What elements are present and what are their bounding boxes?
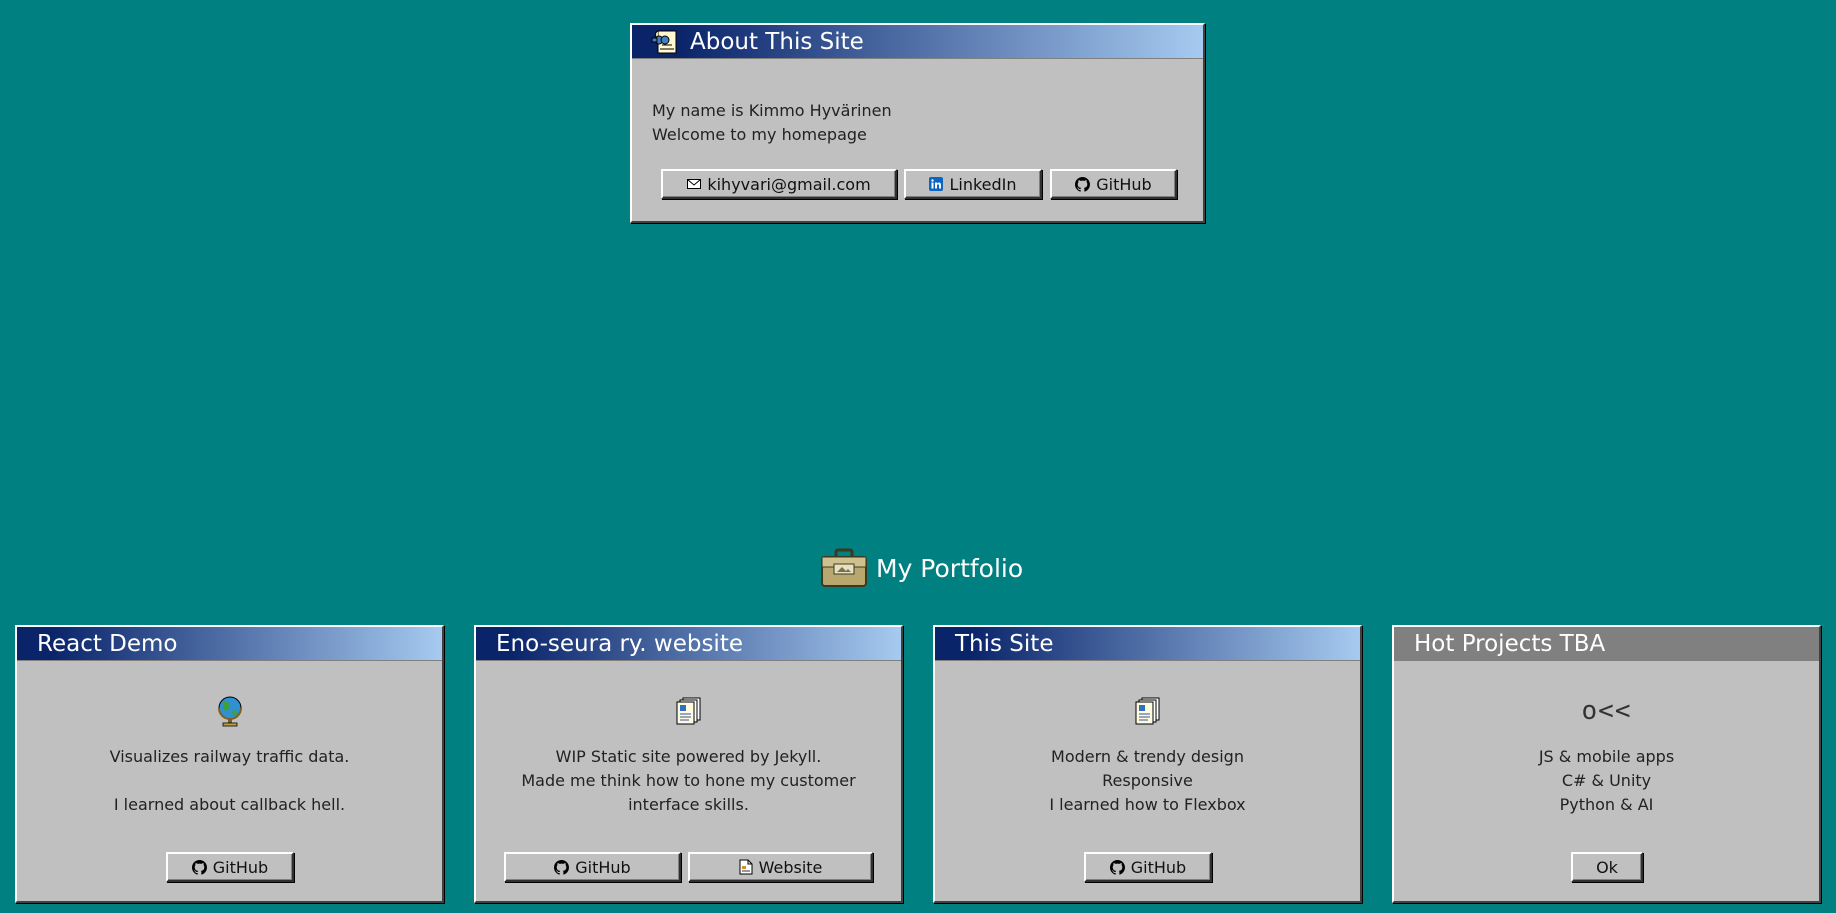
envelope-icon xyxy=(687,178,702,190)
github-button[interactable]: GitHub xyxy=(1050,169,1177,199)
about-line-1: My name is Kimmo Hyvärinen xyxy=(652,101,892,120)
website-button[interactable]: Website xyxy=(688,852,873,882)
linkedin-button-label: LinkedIn xyxy=(949,174,1017,194)
github-button-label: GitHub xyxy=(1130,857,1187,877)
github-icon xyxy=(554,859,570,875)
card-desc-line: I learned about callback hell. xyxy=(113,795,346,814)
card-desc-line xyxy=(27,769,432,793)
card-title: React Demo xyxy=(37,630,178,657)
document-icon xyxy=(935,693,1360,729)
card-titlebar[interactable]: Eno-seura ry. website xyxy=(476,627,901,661)
project-card-hot-projects: Hot Projects TBA o<< JS & mobile apps C#… xyxy=(1392,625,1821,903)
github-button[interactable]: GitHub xyxy=(1084,852,1212,882)
card-desc-line: Visualizes railway traffic data. xyxy=(109,747,350,766)
card-description: WIP Static site powered by Jekyll. Made … xyxy=(486,745,891,817)
github-icon xyxy=(1075,176,1091,192)
about-line-2: Welcome to my homepage xyxy=(652,125,867,144)
github-icon xyxy=(191,859,207,875)
github-icon xyxy=(1109,859,1125,875)
card-description: Modern & trendy design Responsive I lear… xyxy=(945,745,1350,817)
card-description: Visualizes railway traffic data. I learn… xyxy=(27,745,432,817)
website-button-label: Website xyxy=(758,857,823,877)
card-desc-line: Responsive xyxy=(1102,771,1193,790)
project-card-react-demo: React Demo Visualizes railway traffic da… xyxy=(15,625,444,903)
card-desc-line: WIP Static site powered by Jekyll. xyxy=(555,747,822,766)
github-button[interactable]: GitHub xyxy=(504,852,681,882)
card-title: Eno-seura ry. website xyxy=(496,630,743,657)
card-desc-line: Made me think how to hone my customer xyxy=(521,771,856,790)
github-button-label: GitHub xyxy=(1096,174,1152,194)
ok-button-label: Ok xyxy=(1596,857,1618,877)
ok-button[interactable]: Ok xyxy=(1571,852,1643,882)
about-title: About This Site xyxy=(690,28,864,55)
about-titlebar[interactable]: About This Site xyxy=(632,25,1203,59)
about-window: About This Site My name is Kimmo Hyvärin… xyxy=(630,23,1205,223)
document-icon xyxy=(476,693,901,729)
card-title: This Site xyxy=(955,630,1054,657)
card-desc-line: JS & mobile apps xyxy=(1538,747,1675,766)
card-titlebar[interactable]: Hot Projects TBA xyxy=(1394,627,1819,661)
briefcase-icon xyxy=(820,548,868,588)
help-book-icon xyxy=(650,27,680,57)
card-titlebar[interactable]: This Site xyxy=(935,627,1360,661)
portfolio-title: My Portfolio xyxy=(876,553,1024,583)
globe-icon xyxy=(17,693,442,729)
portfolio-heading: My Portfolio xyxy=(820,548,1023,588)
linkedin-button[interactable]: LinkedIn xyxy=(904,169,1042,199)
about-text: My name is Kimmo Hyvärinen Welcome to my… xyxy=(652,99,892,147)
email-button[interactable]: kihyvari@gmail.com xyxy=(661,169,897,199)
card-titlebar[interactable]: React Demo xyxy=(17,627,442,661)
card-desc-line: Modern & trendy design xyxy=(1051,747,1244,766)
card-desc-line: Python & AI xyxy=(1559,795,1654,814)
card-title: Hot Projects TBA xyxy=(1414,630,1606,657)
github-button-label: GitHub xyxy=(212,857,269,877)
github-button-label: GitHub xyxy=(575,857,631,877)
project-card-this-site: This Site Modern & trendy design Respons… xyxy=(933,625,1362,903)
web-page-icon xyxy=(739,859,753,875)
card-description: JS & mobile apps C# & Unity Python & AI xyxy=(1404,745,1809,817)
fish-ascii-icon: o<< xyxy=(1394,693,1819,729)
fish-ascii-text: o<< xyxy=(1581,696,1632,726)
email-button-label: kihyvari@gmail.com xyxy=(707,174,871,194)
linkedin-icon xyxy=(929,177,944,191)
github-button[interactable]: GitHub xyxy=(166,852,294,882)
project-card-eno-seura: Eno-seura ry. website WIP Static site po… xyxy=(474,625,903,903)
card-desc-line: I learned how to Flexbox xyxy=(1049,795,1246,814)
card-desc-line: C# & Unity xyxy=(1561,771,1652,790)
card-desc-line: interface skills. xyxy=(628,795,749,814)
